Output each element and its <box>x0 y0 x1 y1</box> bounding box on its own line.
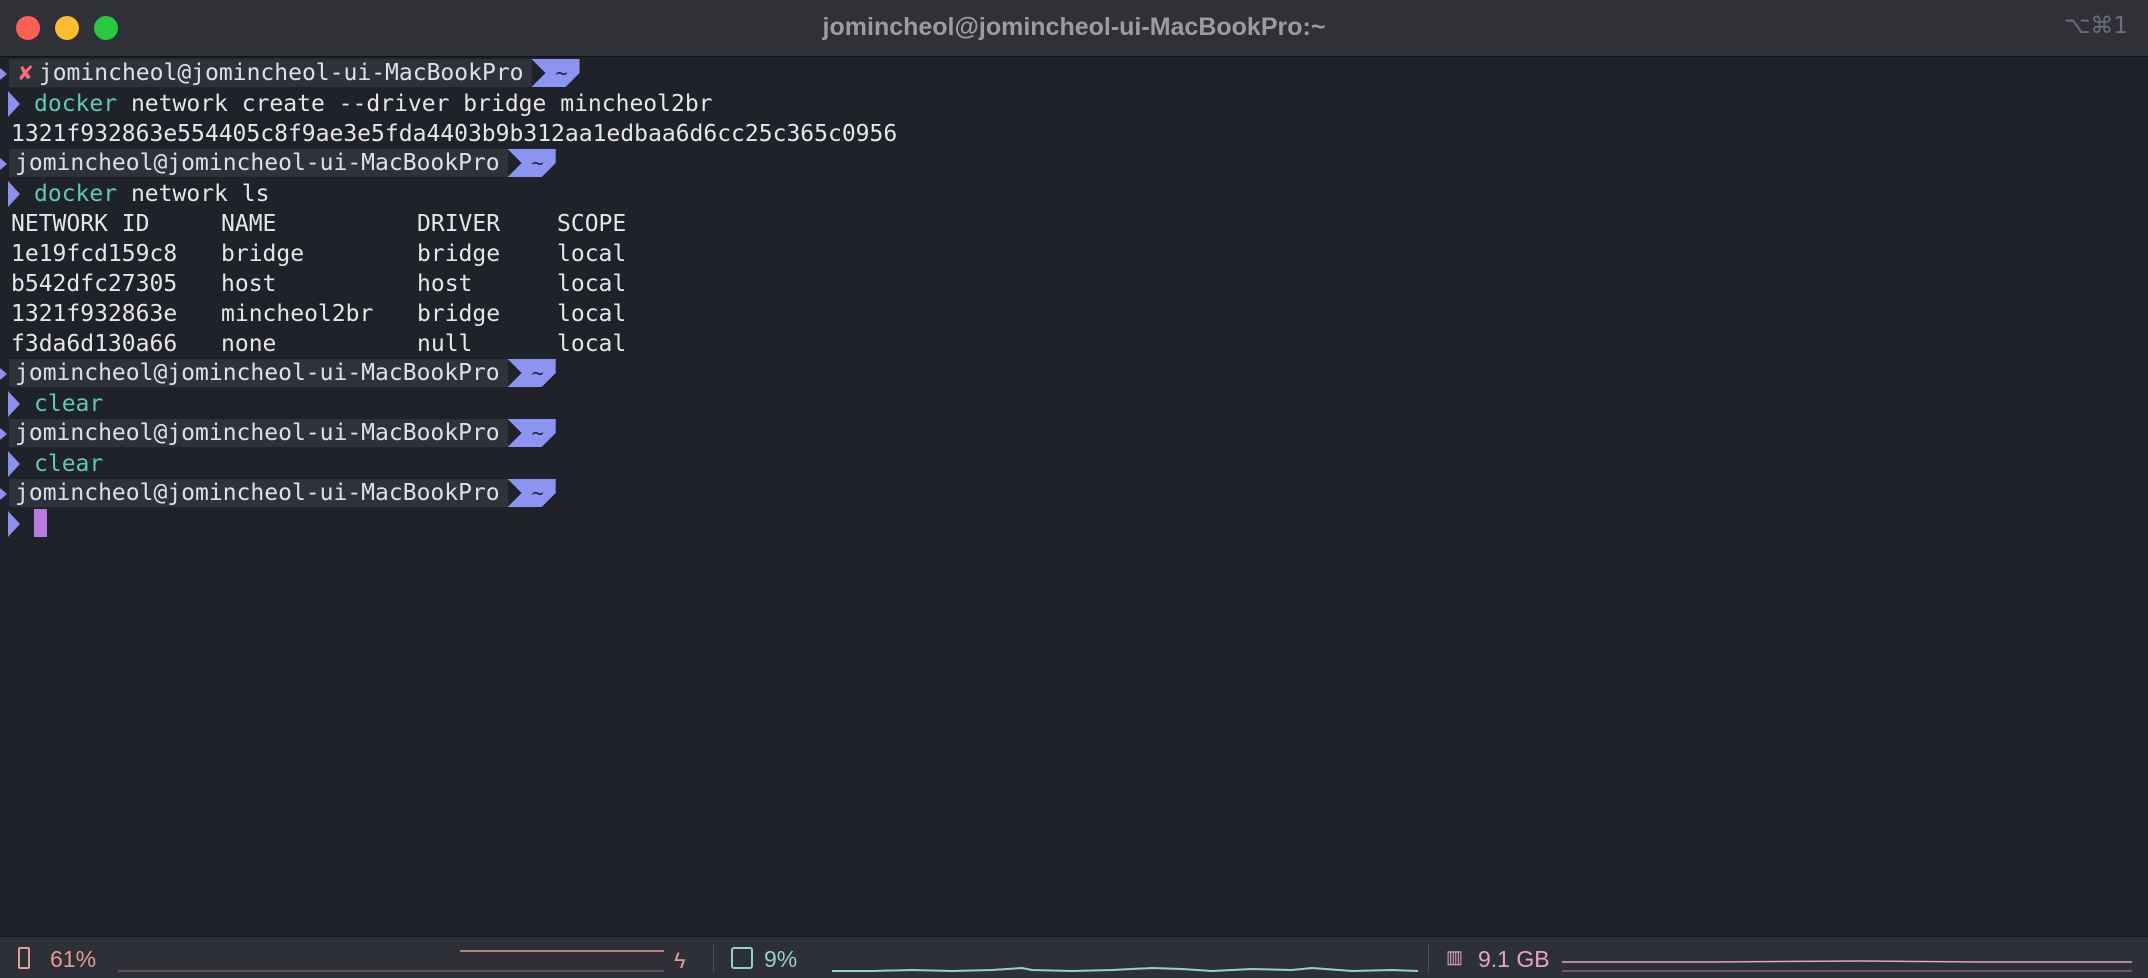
table-row: 1321f932863e mincheol2br bridge local <box>0 299 2148 329</box>
memory-value: 9.1 GB <box>1478 946 1550 972</box>
prompt-marker-icon <box>0 368 7 380</box>
prompt-user-host: jomincheol@jomincheol-ui-MacBookPro <box>15 480 500 506</box>
table-cell: local <box>557 241 627 267</box>
table-header-cell: NETWORK ID <box>11 211 150 237</box>
cpu-icon <box>731 947 753 969</box>
table-cell: 1e19fcd159c8 <box>11 241 178 267</box>
command-output: 1321f932863e554405c8f9ae3e5fda4403b9b312… <box>11 121 898 147</box>
prompt-user-host: jomincheol@jomincheol-ui-MacBookPro <box>15 150 500 176</box>
command-line: docker network create --driver bridge mi… <box>0 89 2148 119</box>
cpu-value: 9% <box>764 946 798 972</box>
command-name: clear <box>34 391 104 417</box>
prompt-dir-segment: ~ <box>532 59 580 87</box>
command-arrow-icon <box>8 181 20 207</box>
command-args: network ls <box>130 181 270 207</box>
table-cell: local <box>557 271 627 297</box>
command-arrow-icon <box>8 451 20 477</box>
table-cell: f3da6d130a66 <box>11 331 178 357</box>
command-line: docker network ls <box>0 179 2148 209</box>
prompt-user-host: jomincheol@jomincheol-ui-MacBookPro <box>15 360 500 386</box>
table-cell: mincheol2br <box>221 301 374 327</box>
prompt-line: jomincheol@jomincheol-ui-MacBookPro ~ <box>0 419 2148 449</box>
table-cell: null <box>417 331 473 357</box>
cpu-graph <box>832 966 1418 973</box>
command-line: clear <box>0 389 2148 419</box>
window-shortcut: ⌥⌘1 <box>2063 13 2128 39</box>
prompt-line: jomincheol@jomincheol-ui-MacBookPro ~ <box>0 359 2148 389</box>
prompt-dir-segment: ~ <box>508 479 556 507</box>
prompt-user-segment: jomincheol@jomincheol-ui-MacBookPro <box>9 359 508 387</box>
prompt-line: jomincheol@jomincheol-ui-MacBookPro ~ <box>0 149 2148 179</box>
prompt-line: ✘ jomincheol@jomincheol-ui-MacBookPro ~ <box>0 59 2148 89</box>
prompt-marker-icon <box>0 158 7 170</box>
prompt-dir-segment: ~ <box>508 359 556 387</box>
prompt-dir-segment: ~ <box>508 149 556 177</box>
table-cell: host <box>417 271 473 297</box>
table-cell: b542dfc27305 <box>11 271 178 297</box>
command-arrow-icon <box>8 511 20 537</box>
command-arrow-icon <box>8 391 20 417</box>
prompt-user-segment: jomincheol@jomincheol-ui-MacBookPro <box>9 479 508 507</box>
terminal-window: jomincheol@jomincheol-ui-MacBookPro:~ ⌥⌘… <box>0 0 2148 978</box>
text-cursor <box>34 509 47 537</box>
battery-icon <box>18 947 30 969</box>
prompt-line: jomincheol@jomincheol-ui-MacBookPro ~ <box>0 479 2148 509</box>
command-name: docker <box>34 181 118 207</box>
table-cell: local <box>557 301 627 327</box>
prompt-dir-segment: ~ <box>508 419 556 447</box>
table-header-row: NETWORK ID NAME DRIVER SCOPE <box>0 209 2148 239</box>
input-line[interactable] <box>0 509 2148 539</box>
prompt-marker-icon <box>0 488 7 500</box>
prompt-user-segment: jomincheol@jomincheol-ui-MacBookPro <box>9 149 508 177</box>
table-cell: bridge <box>417 301 501 327</box>
prompt-user-host: jomincheol@jomincheol-ui-MacBookPro <box>38 60 524 86</box>
prompt-user-segment: ✘ jomincheol@jomincheol-ui-MacBookPro <box>9 59 532 87</box>
command-name: docker <box>34 91 118 117</box>
command-arrow-icon <box>8 91 20 117</box>
command-name: clear <box>34 451 104 477</box>
table-cell: bridge <box>221 241 305 267</box>
battery-graph <box>118 950 664 972</box>
table-row: 1e19fcd159c8 bridge bridge local <box>0 239 2148 269</box>
window-title: jomincheol@jomincheol-ui-MacBookPro:~ <box>822 13 1326 41</box>
table-cell: 1321f932863e <box>11 301 178 327</box>
table-cell: bridge <box>417 241 501 267</box>
table-header-cell: NAME <box>221 211 277 237</box>
table-header-cell: SCOPE <box>557 211 627 237</box>
command-args: network create --driver bridge mincheol2… <box>130 91 713 117</box>
prompt-user-host: jomincheol@jomincheol-ui-MacBookPro <box>15 420 500 446</box>
terminal-content[interactable]: ✘ jomincheol@jomincheol-ui-MacBookPro ~ do… <box>0 59 2148 929</box>
title-bar: jomincheol@jomincheol-ui-MacBookPro:~ ⌥⌘… <box>0 0 2148 57</box>
charging-icon: ϟ <box>674 948 686 973</box>
status-bar: 61% ϟ 9% ▥ 9.1 GB <box>0 936 2148 978</box>
table-header-cell: DRIVER <box>417 211 501 237</box>
table-row: b542dfc27305 host host local <box>0 269 2148 299</box>
error-icon: ✘ <box>19 60 33 86</box>
table-cell: local <box>557 331 627 357</box>
table-cell: host <box>221 271 277 297</box>
command-line: clear <box>0 449 2148 479</box>
prompt-user-segment: jomincheol@jomincheol-ui-MacBookPro <box>9 419 508 447</box>
prompt-marker-icon <box>0 428 7 440</box>
battery-value: 61% <box>50 946 97 972</box>
memory-graph <box>1562 960 2132 972</box>
status-separator <box>713 944 714 972</box>
memory-icon: ▥ <box>1446 947 1464 967</box>
status-separator <box>1428 944 1429 972</box>
table-cell: none <box>221 331 277 357</box>
table-row: f3da6d130a66 none null local <box>0 329 2148 359</box>
prompt-marker-icon <box>0 68 7 80</box>
